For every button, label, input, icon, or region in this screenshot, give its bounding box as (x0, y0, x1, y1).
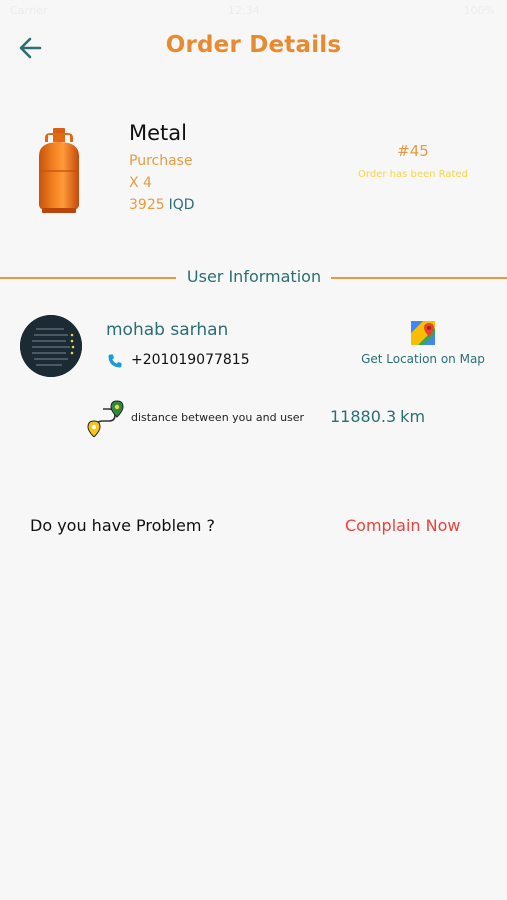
price-value: 3925 (129, 197, 165, 213)
route-icon (87, 399, 127, 438)
avatar (20, 315, 82, 377)
product-quantity: X 4 (129, 175, 152, 191)
price-currency: IQD (168, 197, 195, 213)
order-number: #45 (397, 142, 429, 160)
section-divider-left (0, 277, 176, 279)
google-maps-icon[interactable] (410, 320, 436, 346)
get-location-link[interactable]: Get Location on Map (356, 352, 490, 366)
status-bar: Carrier 12:34 100% (0, 0, 507, 24)
section-title: User Information (186, 267, 322, 286)
user-phone[interactable]: +201019077815 (131, 352, 250, 368)
page-title: Order Details (165, 32, 342, 58)
product-price: 3925 IQD (129, 197, 195, 213)
product-type: Purchase (129, 153, 193, 169)
order-status: Order has been Rated (358, 169, 468, 180)
user-name: mohab sarhan (106, 320, 229, 340)
gas-cylinder-image (34, 126, 84, 214)
complain-now-button[interactable]: Complain Now (345, 516, 460, 535)
product-name: Metal (129, 121, 187, 145)
status-time: 12:34 (228, 4, 260, 17)
problem-question: Do you have Problem ? (30, 516, 216, 535)
status-battery: 100% (463, 4, 495, 17)
status-carrier: Carrier (10, 4, 48, 17)
distance-number: 11880.3 (330, 407, 397, 426)
phone-icon (107, 353, 123, 369)
section-divider-right (331, 277, 507, 279)
distance-unit: km (400, 407, 426, 426)
distance-value: 11880.3 km (330, 407, 425, 426)
distance-label: distance between you and user (131, 411, 305, 424)
